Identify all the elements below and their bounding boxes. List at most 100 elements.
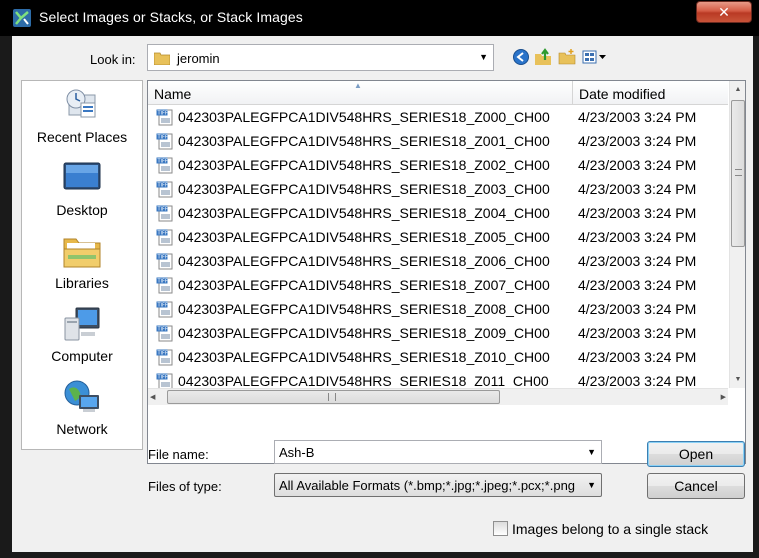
look-in-dropdown[interactable]: jeromin ▼: [147, 44, 494, 71]
file-date-cell: 4/23/2003 3:24 PM: [578, 373, 697, 389]
table-row[interactable]: TIFF 042303PALEGFPCA1DIV548HRS_SERIES18_Z…: [148, 273, 728, 297]
vertical-scrollbar[interactable]: ▲ ▼: [729, 81, 745, 388]
file-name-cell: 042303PALEGFPCA1DIV548HRS_SERIES18_Z006_…: [178, 253, 550, 269]
file-date-cell: 4/23/2003 3:24 PM: [578, 325, 697, 341]
horizontal-scroll-thumb[interactable]: [167, 390, 500, 404]
look-in-label: Look in:: [90, 52, 136, 67]
computer-icon: [63, 306, 101, 342]
close-icon: ✕: [718, 4, 730, 20]
place-recent-places[interactable]: Recent Places: [22, 87, 142, 159]
cancel-button[interactable]: Cancel: [647, 473, 745, 499]
file-name-cell: 042303PALEGFPCA1DIV548HRS_SERIES18_Z001_…: [178, 133, 550, 149]
scroll-left-arrow-icon[interactable]: ◀: [150, 389, 164, 406]
table-row[interactable]: TIFF 042303PALEGFPCA1DIV548HRS_SERIES18_Z…: [148, 321, 728, 345]
desktop-icon: [63, 160, 101, 196]
new-folder-icon[interactable]: [558, 48, 576, 66]
file-list[interactable]: ▲ Name Date modified TIFF 042303PALEGFPCA…: [147, 80, 746, 464]
chevron-down-icon: ▼: [587, 480, 596, 490]
single-stack-label[interactable]: Images belong to a single stack: [512, 521, 708, 537]
svg-text:TIFF: TIFF: [157, 279, 168, 285]
svg-text:TIFF: TIFF: [157, 231, 168, 237]
tif-file-icon: TIFF: [156, 349, 174, 366]
column-header-name[interactable]: Name: [148, 81, 572, 105]
up-folder-icon[interactable]: [534, 48, 552, 66]
table-row[interactable]: TIFF 042303PALEGFPCA1DIV548HRS_SERIES18_Z…: [148, 105, 728, 129]
back-icon[interactable]: [512, 48, 530, 66]
place-label: Recent Places: [36, 129, 128, 145]
place-label: Desktop: [56, 202, 108, 218]
table-row[interactable]: TIFF 042303PALEGFPCA1DIV548HRS_SERIES18_Z…: [148, 297, 728, 321]
file-name-cell: 042303PALEGFPCA1DIV548HRS_SERIES18_Z003_…: [178, 181, 550, 197]
file-type-label: Files of type:: [148, 479, 222, 494]
vertical-scroll-thumb[interactable]: [731, 100, 745, 247]
chevron-down-icon[interactable]: ▼: [587, 447, 596, 457]
folder-icon: [153, 51, 171, 66]
table-row[interactable]: TIFF 042303PALEGFPCA1DIV548HRS_SERIES18_Z…: [148, 153, 728, 177]
table-row[interactable]: TIFF 042303PALEGFPCA1DIV548HRS_SERIES18_Z…: [148, 201, 728, 225]
file-date-cell: 4/23/2003 3:24 PM: [578, 157, 697, 173]
place-computer[interactable]: Computer: [22, 306, 142, 378]
close-button[interactable]: ✕: [696, 1, 752, 23]
libraries-icon: [63, 233, 101, 269]
file-name-cell: 042303PALEGFPCA1DIV548HRS_SERIES18_Z008_…: [178, 301, 550, 317]
file-date-cell: 4/23/2003 3:24 PM: [578, 229, 697, 245]
tif-file-icon: TIFF: [156, 181, 174, 198]
recent-places-icon: [63, 87, 101, 123]
file-name-cell: 042303PALEGFPCA1DIV548HRS_SERIES18_Z005_…: [178, 229, 550, 245]
file-date-cell: 4/23/2003 3:24 PM: [578, 205, 697, 221]
file-name-cell: 042303PALEGFPCA1DIV548HRS_SERIES18_Z011_…: [178, 373, 549, 389]
place-desktop[interactable]: Desktop: [22, 160, 142, 232]
table-row[interactable]: TIFF 042303PALEGFPCA1DIV548HRS_SERIES18_Z…: [148, 345, 728, 369]
scroll-right-arrow-icon[interactable]: ▶: [712, 389, 726, 406]
place-label: Computer: [51, 348, 113, 364]
scroll-up-arrow-icon[interactable]: ▲: [730, 81, 745, 98]
tif-file-icon: TIFF: [156, 301, 174, 318]
file-rows: TIFF 042303PALEGFPCA1DIV548HRS_SERIES18_Z…: [148, 105, 728, 405]
file-name-cell: 042303PALEGFPCA1DIV548HRS_SERIES18_Z007_…: [178, 277, 550, 293]
view-menu-icon[interactable]: [582, 48, 610, 66]
table-row[interactable]: TIFF 042303PALEGFPCA1DIV548HRS_SERIES18_Z…: [148, 249, 728, 273]
window-title: Select Images or Stacks, or Stack Images: [39, 9, 303, 25]
tif-file-icon: TIFF: [156, 109, 174, 126]
svg-text:TIFF: TIFF: [157, 375, 168, 381]
tif-file-icon: TIFF: [156, 325, 174, 342]
places-bar: Recent Places Desktop Libraries Computer: [21, 80, 143, 450]
scroll-down-arrow-icon[interactable]: ▼: [730, 371, 745, 388]
file-date-cell: 4/23/2003 3:24 PM: [578, 301, 697, 317]
app-icon: [12, 8, 32, 28]
tif-file-icon: TIFF: [156, 253, 174, 270]
table-row[interactable]: TIFF 042303PALEGFPCA1DIV548HRS_SERIES18_Z…: [148, 177, 728, 201]
table-row[interactable]: TIFF 042303PALEGFPCA1DIV548HRS_SERIES18_Z…: [148, 129, 728, 153]
table-row[interactable]: TIFF 042303PALEGFPCA1DIV548HRS_SERIES18_Z…: [148, 225, 728, 249]
single-stack-checkbox[interactable]: [493, 521, 508, 536]
dialog-body: Look in: jeromin ▼ Recent Places Desktop…: [12, 36, 753, 552]
title-bar[interactable]: Select Images or Stacks, or Stack Images…: [0, 0, 759, 36]
svg-text:TIFF: TIFF: [157, 351, 168, 357]
file-name-cell: 042303PALEGFPCA1DIV548HRS_SERIES18_Z010_…: [178, 349, 550, 365]
place-libraries[interactable]: Libraries: [22, 233, 142, 305]
svg-text:TIFF: TIFF: [157, 303, 168, 309]
file-date-cell: 4/23/2003 3:24 PM: [578, 349, 697, 365]
tif-file-icon: TIFF: [156, 277, 174, 294]
svg-text:TIFF: TIFF: [157, 255, 168, 261]
svg-text:TIFF: TIFF: [157, 135, 168, 141]
svg-text:TIFF: TIFF: [157, 183, 168, 189]
svg-text:TIFF: TIFF: [157, 159, 168, 165]
place-label: Network: [56, 421, 108, 437]
network-icon: [63, 379, 101, 415]
column-header-date-modified[interactable]: Date modified: [573, 81, 728, 105]
file-type-select[interactable]: All Available Formats (*.bmp;*.jpg;*.jpe…: [274, 473, 602, 497]
file-name-cell: 042303PALEGFPCA1DIV548HRS_SERIES18_Z004_…: [178, 205, 550, 221]
tif-file-icon: TIFF: [156, 133, 174, 150]
place-label: Libraries: [55, 275, 109, 291]
place-network[interactable]: Network: [22, 379, 142, 451]
horizontal-scrollbar[interactable]: ◀ ▶: [148, 388, 728, 405]
file-date-cell: 4/23/2003 3:24 PM: [578, 133, 697, 149]
file-name-label: File name:: [148, 447, 209, 462]
open-button[interactable]: Open: [647, 441, 745, 467]
file-date-cell: 4/23/2003 3:24 PM: [578, 277, 697, 293]
tif-file-icon: TIFF: [156, 157, 174, 174]
file-date-cell: 4/23/2003 3:24 PM: [578, 253, 697, 269]
file-date-cell: 4/23/2003 3:24 PM: [578, 109, 697, 125]
file-name-input[interactable]: Ash-B ▼: [274, 440, 602, 464]
